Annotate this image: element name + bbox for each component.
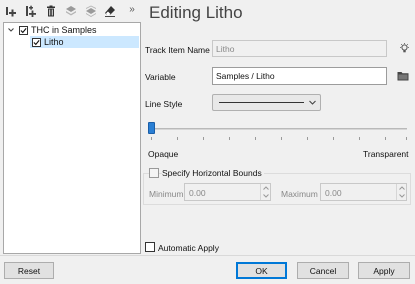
checkmark-icon: [20, 27, 27, 33]
line-style-label: Line Style: [145, 99, 183, 109]
apply-button[interactable]: Apply: [358, 262, 410, 279]
delete-icon[interactable]: [45, 5, 57, 17]
cancel-button[interactable]: Cancel: [297, 262, 349, 279]
minimum-value: 0.00: [189, 188, 206, 198]
maximum-label: Maximum: [281, 189, 318, 199]
tree-item-litho[interactable]: Litho: [30, 36, 139, 48]
opacity-slider-handle[interactable]: [148, 122, 155, 134]
footer-divider: [0, 255, 415, 256]
maximum-spinbox[interactable]: 0.00: [320, 183, 407, 201]
ok-button[interactable]: OK: [236, 262, 287, 279]
page-title: Editing Litho: [149, 3, 243, 22]
track-item-name-field: Litho: [212, 40, 387, 57]
chevron-down-icon[interactable]: [6, 25, 16, 35]
variable-input[interactable]: Samples / Litho: [212, 67, 387, 85]
toolbar-overflow-button[interactable]: »: [127, 3, 137, 17]
minimum-spinbox[interactable]: 0.00: [184, 183, 271, 201]
spin-arrows[interactable]: [396, 184, 406, 200]
opacity-slider-track[interactable]: [148, 128, 407, 130]
chevron-down-icon[interactable]: [397, 192, 407, 200]
add-track-icon[interactable]: [5, 5, 17, 17]
checkmark-icon: [33, 39, 40, 45]
automatic-apply-checkbox[interactable]: [145, 242, 155, 252]
opaque-label: Opaque: [148, 149, 179, 159]
line-style-preview: [219, 102, 304, 103]
specify-horizontal-bounds-checkbox[interactable]: [149, 168, 159, 178]
add-multiple-icon[interactable]: [25, 5, 37, 17]
tree-item-checkbox[interactable]: [32, 37, 41, 47]
eraser-icon[interactable]: [104, 5, 116, 17]
layer-up-icon[interactable]: [65, 5, 77, 17]
chevron-up-icon[interactable]: [397, 184, 407, 192]
transparent-label: Transparent: [363, 149, 409, 159]
variable-label: Variable: [145, 72, 176, 82]
specify-horizontal-bounds-label: Specify Horizontal Bounds: [162, 168, 264, 178]
folder-icon[interactable]: [397, 71, 409, 81]
minimum-label: Minimum: [149, 189, 184, 199]
reset-button[interactable]: Reset: [4, 262, 54, 279]
track-tree[interactable]: THC in Samples Litho: [3, 22, 141, 254]
automatic-apply-label: Automatic Apply: [158, 243, 219, 253]
layer-down-icon[interactable]: [85, 5, 97, 17]
tree-item-label: Litho: [44, 37, 64, 47]
spin-arrows[interactable]: [260, 184, 270, 200]
tree-item-thc-in-samples[interactable]: THC in Samples: [6, 24, 140, 36]
line-style-select[interactable]: [212, 94, 321, 111]
track-item-name-label: Track Item Name: [145, 45, 210, 55]
lightbulb-icon[interactable]: [399, 43, 410, 54]
tree-item-checkbox[interactable]: [19, 25, 28, 35]
chevron-up-icon[interactable]: [261, 184, 271, 192]
chevron-down-icon[interactable]: [261, 192, 271, 200]
chevron-down-icon: [309, 100, 316, 105]
tree-item-label: THC in Samples: [31, 25, 97, 35]
maximum-value: 0.00: [325, 188, 342, 198]
